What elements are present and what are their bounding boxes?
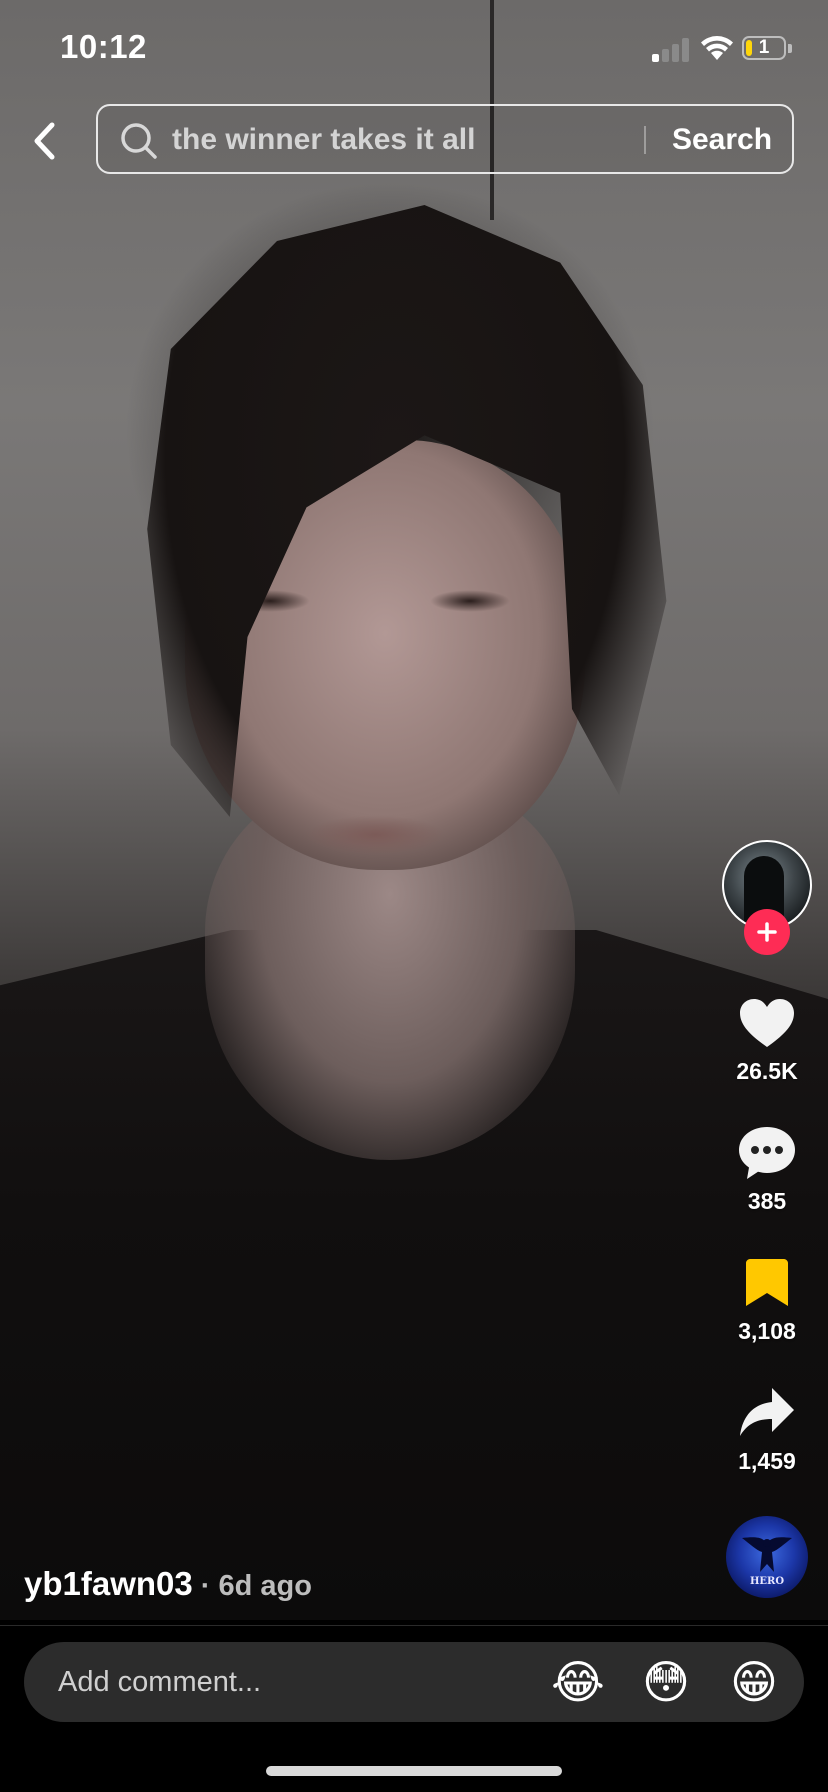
search-button[interactable]: Search bbox=[656, 116, 788, 164]
cellular-signal-icon bbox=[652, 36, 692, 62]
music-disc-label: HERO bbox=[749, 1576, 785, 1587]
like-count: 26.5K bbox=[736, 1058, 798, 1084]
emoji-flushed-button[interactable]: 😳 bbox=[638, 1654, 694, 1710]
comment-input[interactable]: Add comment... bbox=[58, 1642, 261, 1722]
bookmark-button[interactable]: 3,108 bbox=[720, 1250, 814, 1345]
share-count: 1,459 bbox=[738, 1448, 796, 1474]
post-time-ago: · 6d ago bbox=[192, 1570, 312, 1602]
post-caption: yb1fawn03 · 6d ago bbox=[24, 1562, 312, 1606]
search-divider bbox=[644, 126, 646, 154]
emoji-grinning-button[interactable]: 😁 bbox=[726, 1654, 782, 1710]
like-button[interactable]: 26.5K bbox=[720, 990, 814, 1085]
back-button[interactable] bbox=[24, 118, 64, 164]
heart-icon bbox=[740, 999, 794, 1047]
comment-bar[interactable]: Add comment... 😂 😳 😁 bbox=[24, 1642, 804, 1722]
video-frame[interactable] bbox=[0, 0, 828, 1620]
music-disc[interactable]: HERO bbox=[726, 1516, 808, 1598]
search-bar[interactable]: the winner takes it all Search bbox=[96, 104, 794, 174]
comment-bubble-icon bbox=[739, 1127, 795, 1179]
comment-button[interactable]: 385 bbox=[720, 1120, 814, 1215]
search-icon bbox=[121, 123, 157, 159]
follow-button[interactable] bbox=[744, 909, 790, 955]
battery-icon: 1 bbox=[742, 36, 786, 60]
share-button[interactable]: 1,459 bbox=[720, 1380, 814, 1475]
chevron-left-icon bbox=[34, 122, 55, 160]
status-time: 10:12 bbox=[60, 28, 147, 65]
battery-nub bbox=[788, 44, 792, 53]
bottom-divider bbox=[0, 1625, 828, 1626]
video-subject-eye bbox=[430, 590, 510, 612]
bird-silhouette-icon bbox=[742, 1537, 792, 1572]
wifi-icon bbox=[701, 36, 733, 60]
emoji-tears-of-joy-button[interactable]: 😂 bbox=[550, 1654, 606, 1710]
creator-username[interactable]: yb1fawn03 bbox=[24, 1565, 193, 1602]
comment-count: 385 bbox=[747, 1188, 787, 1214]
plus-icon bbox=[757, 922, 777, 942]
search-input[interactable]: the winner takes it all bbox=[172, 120, 712, 160]
video-subject-lips bbox=[305, 815, 445, 855]
battery-percent: 1 bbox=[758, 37, 770, 58]
home-indicator[interactable] bbox=[266, 1766, 562, 1776]
video-screen[interactable]: 10:12 1 the winner takes it all Search 2… bbox=[0, 0, 828, 1792]
bookmark-count: 3,108 bbox=[738, 1318, 796, 1344]
bookmark-icon bbox=[746, 1259, 788, 1306]
share-arrow-icon bbox=[740, 1388, 794, 1436]
status-bar: 10:12 1 bbox=[0, 0, 828, 100]
